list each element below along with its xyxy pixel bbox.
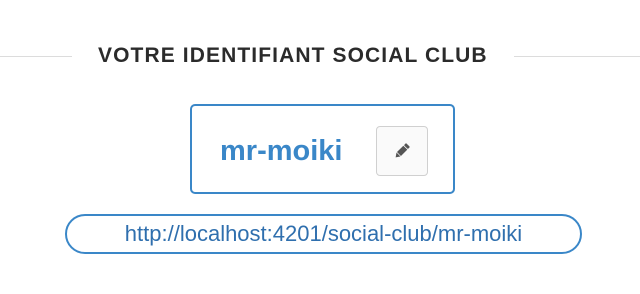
divider-right xyxy=(513,55,640,57)
profile-link[interactable]: http://localhost:4201/social-club/mr-moi… xyxy=(65,214,582,254)
edit-username-button[interactable] xyxy=(376,126,428,176)
identifier-box: mr-moiki xyxy=(190,104,455,194)
section-title: VOTRE IDENTIFIANT SOCIAL CLUB xyxy=(98,44,488,67)
profile-url-text: http://localhost:4201/social-club/mr-moi… xyxy=(124,221,523,246)
username-label: mr-moiki xyxy=(220,135,343,167)
section-header: VOTRE IDENTIFIANT SOCIAL CLUB xyxy=(0,42,640,70)
pencil-icon xyxy=(392,141,412,161)
divider-left xyxy=(0,55,72,57)
social-club-panel: VOTRE IDENTIFIANT SOCIAL CLUB mr-moiki h… xyxy=(0,0,640,294)
